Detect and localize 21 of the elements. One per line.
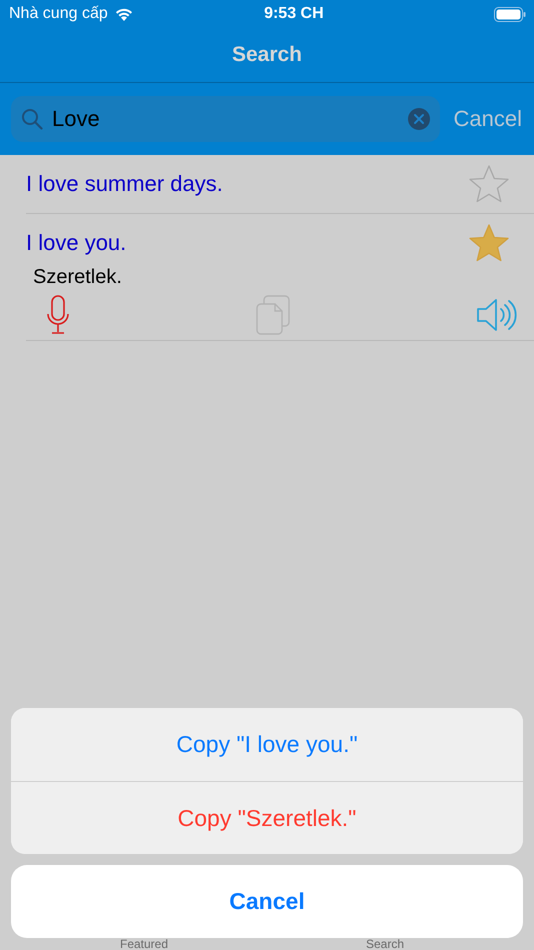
translation-text: Szeretlek.: [33, 266, 123, 289]
status-time: 9:53 CH: [264, 5, 325, 23]
search-field[interactable]: Love: [11, 96, 440, 142]
filled-star-icon[interactable]: [468, 223, 510, 263]
star-outline-icon[interactable]: [468, 164, 510, 204]
clear-icon[interactable]: [408, 108, 430, 130]
tab-label[interactable]: Search: [366, 938, 404, 950]
nav-title: Search: [232, 43, 302, 67]
battery-icon: [494, 6, 526, 22]
search-icon: [21, 108, 43, 130]
phrase-text[interactable]: I love summer days.: [26, 171, 223, 197]
copy-icon[interactable]: [256, 295, 290, 335]
tab-label[interactable]: Featured: [120, 938, 168, 950]
carrier-name: Nhà cung cấp: [9, 5, 108, 23]
cancel-button[interactable]: Cancel: [11, 865, 523, 938]
phrase-text[interactable]: I love you.: [26, 230, 126, 256]
speaker-icon[interactable]: [476, 298, 518, 332]
wifi-icon: [114, 6, 134, 22]
sheet-action[interactable]: Copy "Szeretlek.": [11, 781, 523, 854]
microphone-icon[interactable]: [46, 295, 70, 335]
cancel-button[interactable]: Cancel: [454, 106, 522, 132]
